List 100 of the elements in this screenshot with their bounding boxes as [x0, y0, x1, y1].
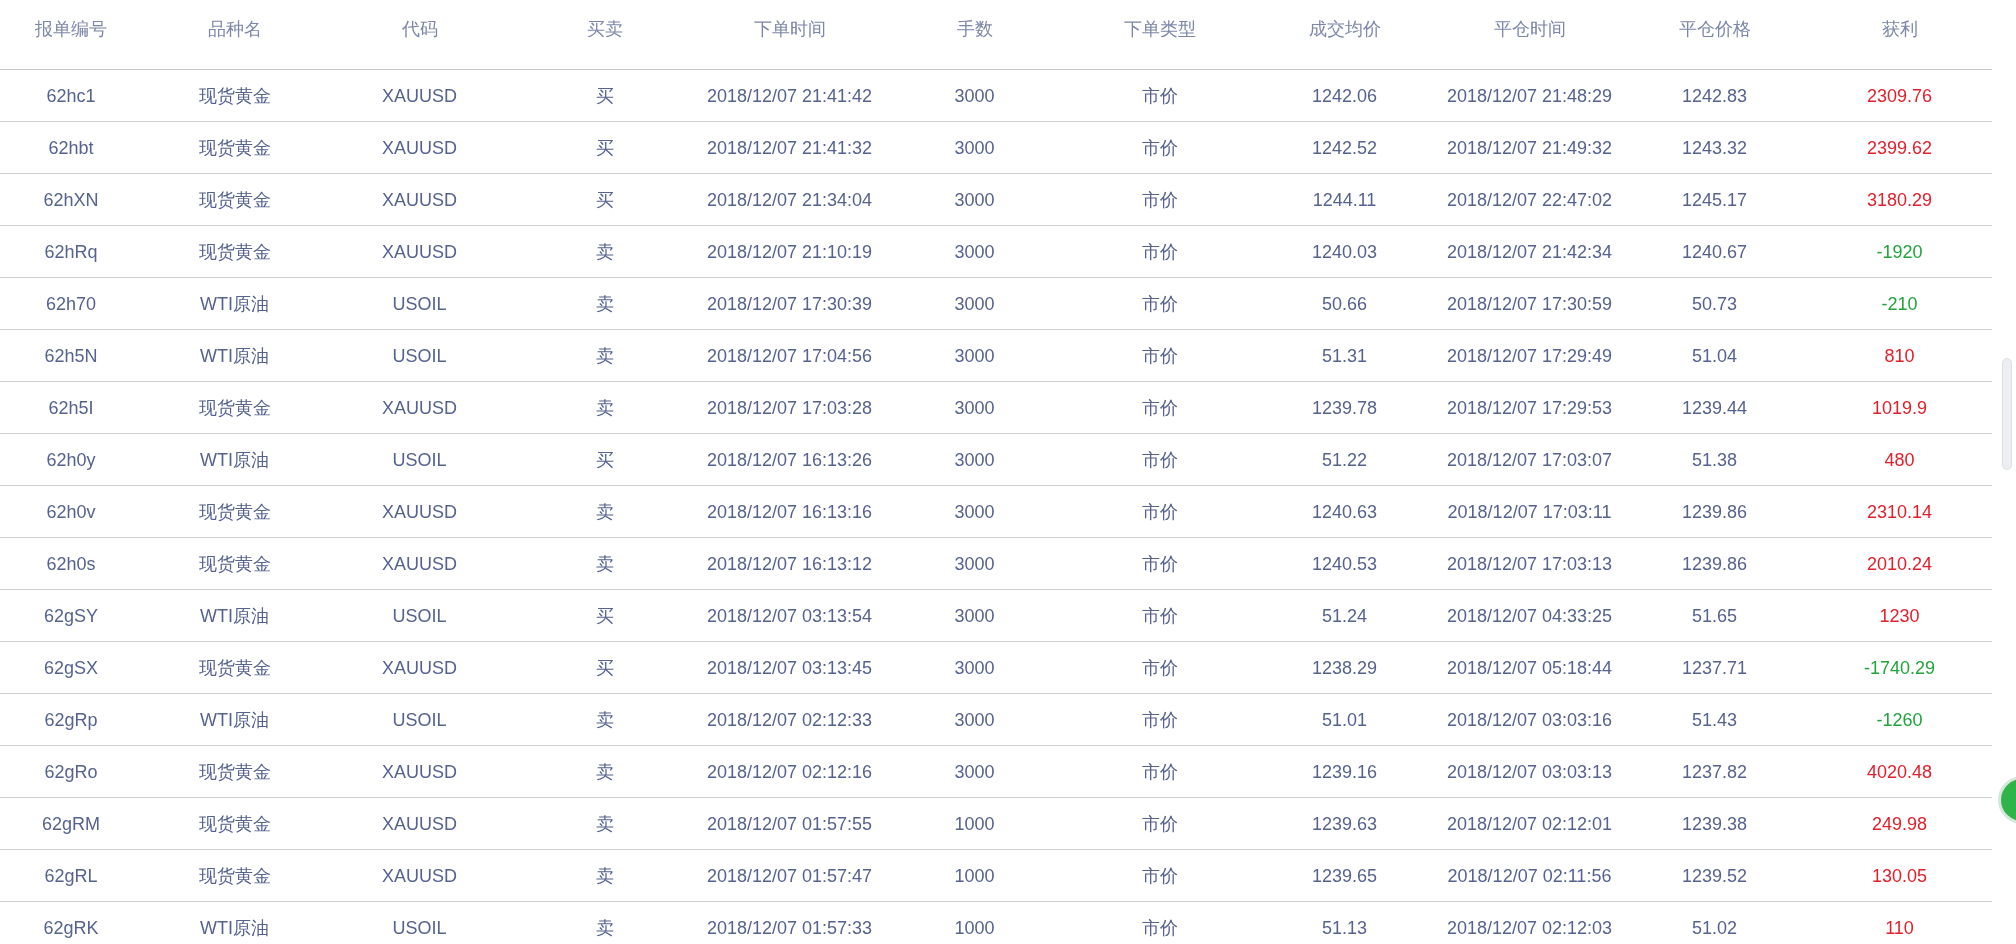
table-cell: 卖 — [595, 396, 614, 419]
table-cell: 市价 — [1141, 396, 1178, 419]
table-cell: 62h5I — [48, 396, 94, 419]
table-cell: XAUUSD — [382, 136, 457, 159]
table-cell: 2309.76 — [1866, 84, 1933, 107]
table-cell: 市价 — [1141, 188, 1178, 211]
scrollbar-thumb[interactable] — [2002, 358, 2012, 470]
table-cell: 1239.78 — [1311, 396, 1378, 419]
table-cell: 市价 — [1141, 292, 1178, 315]
table-cell: 3000 — [954, 656, 995, 679]
table-cell: 2018/12/07 17:03:28 — [706, 396, 873, 419]
table-cell: 卖 — [595, 708, 614, 731]
column-header: 代码 — [401, 18, 438, 41]
table-cell: WTI原油 — [200, 344, 269, 367]
table-cell: WTI原油 — [200, 292, 269, 315]
table-cell: 3000 — [954, 396, 995, 419]
table-cell: 卖 — [595, 864, 614, 887]
table-cell: 1000 — [954, 916, 995, 939]
table-cell: 810 — [1884, 344, 1915, 367]
table-cell: 62gRp — [44, 708, 98, 731]
table-cell: 2018/12/07 02:11:56 — [1447, 864, 1612, 887]
column-header: 成交均价 — [1308, 18, 1381, 41]
table-cell: 1244.11 — [1312, 188, 1377, 211]
table-cell: 1243.32 — [1681, 136, 1748, 159]
table-cell: 1019.9 — [1871, 396, 1928, 419]
table-cell: 62gRK — [43, 916, 99, 939]
table-cell: 1242.83 — [1681, 84, 1748, 107]
table-cell: 市价 — [1141, 448, 1178, 471]
table-cell: 市价 — [1141, 812, 1178, 835]
table-cell: 249.98 — [1871, 812, 1928, 835]
table-cell: 62hbt — [48, 136, 94, 159]
table-cell: 市价 — [1141, 136, 1178, 159]
table-cell: XAUUSD — [382, 760, 457, 783]
table-cell: 2018/12/07 01:57:47 — [706, 864, 873, 887]
table-cell: 2018/12/07 17:29:53 — [1446, 396, 1613, 419]
table-cell: 50.66 — [1321, 292, 1367, 315]
table-cell: 2018/12/07 03:03:16 — [1446, 708, 1613, 731]
table-cell: 2018/12/07 01:57:33 — [706, 916, 873, 939]
table-cell: 1239.38 — [1681, 812, 1748, 835]
table-cell: 1000 — [954, 812, 995, 835]
table-cell: 50.73 — [1691, 292, 1737, 315]
table-cell: USOIL — [392, 604, 447, 627]
table-cell: 市价 — [1141, 344, 1178, 367]
column-header: 平仓价格 — [1678, 18, 1751, 41]
table-cell: 卖 — [595, 292, 614, 315]
table-cell: WTI原油 — [200, 708, 269, 731]
table-cell: 62gRo — [44, 760, 98, 783]
table-cell: 2018/12/07 21:48:29 — [1446, 84, 1613, 107]
column-header: 平仓时间 — [1493, 18, 1566, 41]
table-cell: -1260 — [1876, 708, 1923, 731]
table-cell: 买 — [595, 136, 614, 159]
table-cell: 1240.67 — [1681, 240, 1748, 263]
table-cell: 3000 — [954, 708, 995, 731]
table-cell: 51.01 — [1321, 708, 1367, 731]
table-cell: XAUUSD — [382, 500, 457, 523]
table-cell: 3000 — [954, 188, 995, 211]
table-cell: 51.13 — [1321, 916, 1367, 939]
table-cell: XAUUSD — [382, 84, 457, 107]
table-cell: 市价 — [1141, 916, 1178, 939]
column-header: 手数 — [956, 18, 993, 41]
table-cell: 1000 — [954, 864, 995, 887]
table-cell: 1239.63 — [1311, 812, 1378, 835]
table-cell: 51.31 — [1321, 344, 1367, 367]
table-cell: -1740.29 — [1863, 656, 1936, 679]
table-cell: 现货黄金 — [198, 188, 271, 211]
table-cell: 2018/12/07 17:30:39 — [706, 292, 873, 315]
table-cell: 1239.86 — [1681, 552, 1748, 575]
table-cell: 1239.52 — [1681, 864, 1748, 887]
table-cell: 2018/12/07 17:04:56 — [706, 344, 873, 367]
table-cell: 卖 — [595, 500, 614, 523]
table-cell: 1240.63 — [1311, 500, 1378, 523]
table-cell: 1237.82 — [1681, 760, 1748, 783]
table-cell: 1238.29 — [1311, 656, 1378, 679]
table-cell: 1239.44 — [1681, 396, 1748, 419]
table-cell: 2018/12/07 21:42:34 — [1446, 240, 1613, 263]
table-cell: 62hc1 — [46, 84, 96, 107]
table-cell: 2018/12/07 01:57:55 — [706, 812, 873, 835]
table-cell: 卖 — [595, 240, 614, 263]
table-cell: 2310.14 — [1866, 500, 1933, 523]
table-cell: 62gRM — [42, 812, 100, 835]
table-cell: 卖 — [595, 760, 614, 783]
table-cell: 现货黄金 — [198, 812, 271, 835]
table-cell: 现货黄金 — [198, 136, 271, 159]
table-cell: 2018/12/07 16:13:26 — [706, 448, 873, 471]
table-cell: XAUUSD — [382, 864, 457, 887]
table-cell: 2018/12/07 02:12:01 — [1446, 812, 1613, 835]
table-cell: -1920 — [1876, 240, 1923, 263]
table-cell: 2010.24 — [1866, 552, 1933, 575]
table-cell: 市价 — [1141, 708, 1178, 731]
table-cell: 480 — [1884, 448, 1915, 471]
table-cell: 2018/12/07 17:03:11 — [1447, 500, 1612, 523]
table-cell: 3000 — [954, 136, 995, 159]
column-header: 下单类型 — [1123, 18, 1196, 41]
table-cell: 1239.86 — [1681, 500, 1748, 523]
table-cell: 2018/12/07 02:12:16 — [706, 760, 873, 783]
table-cell: 2018/12/07 22:47:02 — [1446, 188, 1613, 211]
column-header: 下单时间 — [753, 18, 826, 41]
table-cell: 2018/12/07 03:13:45 — [706, 656, 873, 679]
table-cell: 2018/12/07 21:10:19 — [706, 240, 873, 263]
table-cell: 2018/12/07 21:34:04 — [706, 188, 873, 211]
